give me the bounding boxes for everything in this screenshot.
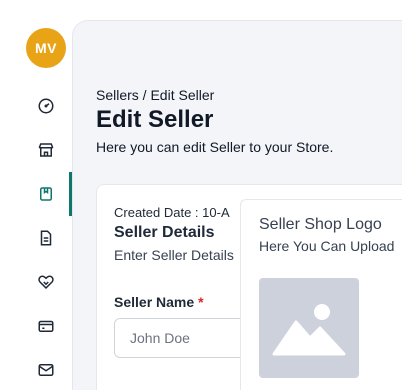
created-date: Created Date : 10-A	[114, 205, 230, 220]
sidebar-item-messages[interactable]	[34, 358, 58, 382]
logo-upload-area[interactable]	[259, 278, 359, 378]
sidebar-item-payments[interactable]	[34, 314, 58, 338]
seller-details-subtitle: Enter Seller Details	[114, 247, 234, 263]
sidebar-item-catalog[interactable]	[34, 182, 58, 206]
sidebar-item-documents[interactable]	[34, 226, 58, 250]
book-icon	[40, 187, 52, 201]
sidebar-item-store[interactable]	[34, 138, 58, 162]
handshake-icon	[38, 275, 54, 290]
required-mark: *	[198, 294, 204, 310]
logo-card-title: Seller Shop Logo	[259, 216, 382, 233]
page-subtitle: Here you can edit Seller to your Store.	[96, 139, 334, 155]
image-placeholder-icon	[272, 304, 346, 356]
store-icon	[38, 143, 54, 157]
seller-details-title: Seller Details	[114, 224, 215, 241]
breadcrumb: Sellers / Edit Seller	[96, 87, 215, 103]
sidebar-item-dashboard[interactable]	[34, 94, 58, 118]
seller-logo-card: Seller Shop Logo Here You Can Upload	[240, 199, 402, 390]
credit-card-icon	[38, 320, 54, 332]
logo-card-subtitle: Here You Can Upload	[259, 238, 395, 254]
mail-icon	[38, 364, 54, 376]
sidebar-item-partners[interactable]	[34, 270, 58, 294]
page-title: Edit Seller	[96, 106, 214, 133]
seller-name-label: Seller Name *	[114, 294, 204, 310]
document-icon	[40, 230, 52, 246]
avatar[interactable]: MV	[26, 28, 66, 68]
dashboard-icon	[38, 98, 54, 114]
sidebar: MV	[0, 0, 72, 390]
seller-name-label-text: Seller Name	[114, 294, 195, 310]
